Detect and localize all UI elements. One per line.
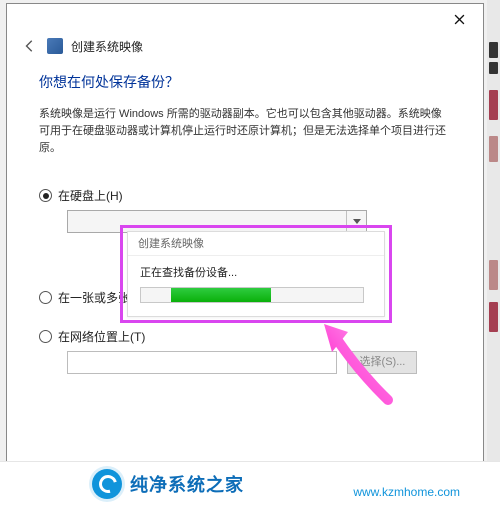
progress-message: 正在查找备份设备... bbox=[140, 264, 372, 280]
app-icon bbox=[47, 38, 63, 54]
browse-button[interactable]: 选择(S)... bbox=[347, 351, 417, 374]
watermark-site-name: 纯净系统之家 bbox=[130, 471, 244, 497]
option-network: 在网络位置上(T) 选择(S)... bbox=[39, 328, 451, 379]
progress-bar-fill bbox=[171, 288, 271, 302]
wizard-content: 你想在何处保存备份？ 系统映像是运行 Windows 所需的驱动器副本。它也可以… bbox=[7, 62, 483, 379]
radio-dvd[interactable] bbox=[39, 291, 52, 304]
chevron-down-icon bbox=[346, 211, 366, 232]
close-button[interactable] bbox=[439, 5, 479, 33]
radio-network[interactable] bbox=[39, 330, 52, 343]
watermark-logo-icon bbox=[92, 469, 122, 499]
source-watermark: 纯净系统之家 www.kzmhome.com bbox=[0, 461, 500, 505]
wizard-header: 创建系统映像 bbox=[7, 34, 483, 62]
progress-bar bbox=[140, 287, 364, 303]
radio-hard-disk-label: 在硬盘上(H) bbox=[58, 187, 123, 204]
progress-dialog: 创建系统映像 正在查找备份设备... bbox=[127, 231, 385, 317]
app-title: 创建系统映像 bbox=[71, 38, 143, 55]
page-description: 系统映像是运行 Windows 所需的驱动器副本。它也可以包含其他驱动器。系统映… bbox=[39, 106, 451, 157]
close-icon bbox=[454, 14, 465, 25]
hard-disk-combo[interactable] bbox=[67, 210, 367, 233]
network-path-input[interactable] bbox=[67, 351, 337, 374]
radio-hard-disk[interactable] bbox=[39, 189, 52, 202]
arrow-left-icon bbox=[23, 39, 37, 53]
progress-dialog-title: 创建系统映像 bbox=[128, 232, 384, 256]
page-heading: 你想在何处保存备份？ bbox=[39, 72, 451, 92]
radio-network-label: 在网络位置上(T) bbox=[58, 328, 145, 345]
back-button[interactable] bbox=[21, 37, 39, 55]
option-hard-disk: 在硬盘上(H) bbox=[39, 187, 451, 233]
watermark-url: www.kzmhome.com bbox=[353, 485, 460, 499]
right-edge-strip bbox=[487, 0, 500, 505]
titlebar bbox=[7, 4, 483, 34]
